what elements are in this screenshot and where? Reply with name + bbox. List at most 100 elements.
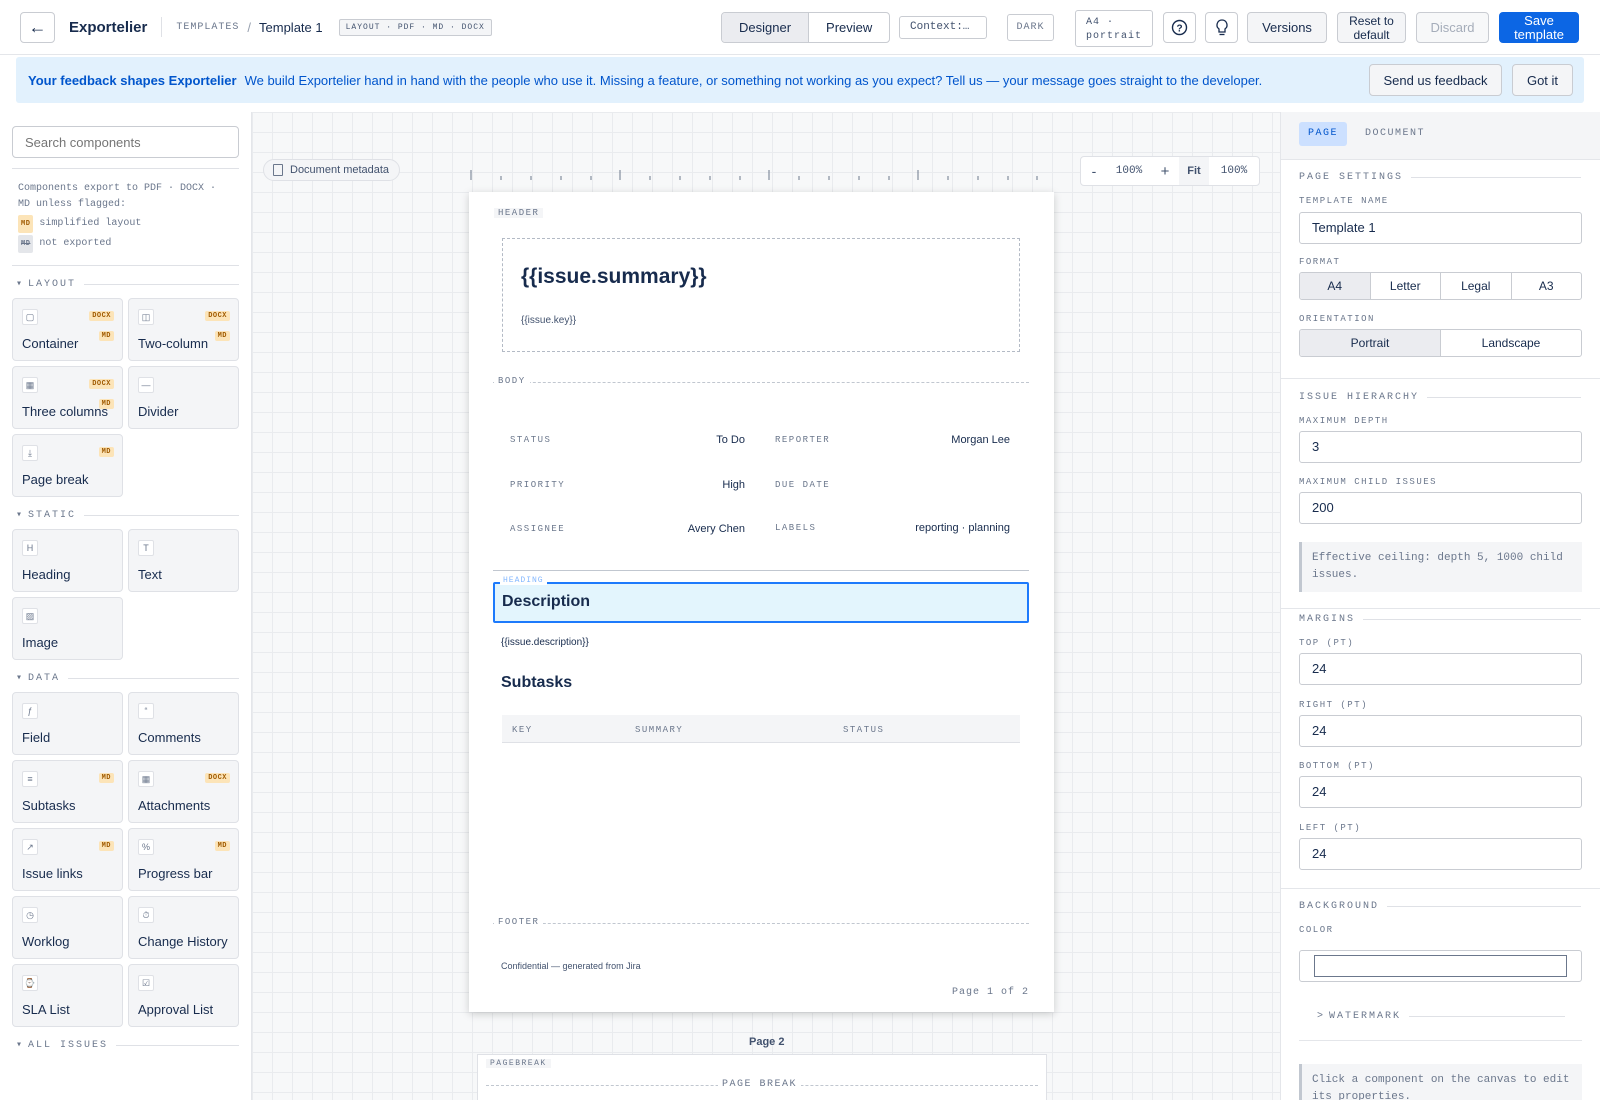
- color-label: COLOR: [1299, 925, 1334, 935]
- component-card[interactable]: % Progress bar MD: [128, 828, 239, 891]
- component-card[interactable]: ⤓ Page break MD: [12, 434, 123, 497]
- send-feedback-button[interactable]: Send us feedback: [1369, 64, 1502, 96]
- max-children-label: MAXIMUM CHILD ISSUES: [1299, 477, 1438, 487]
- column-status: STATUS: [843, 725, 885, 735]
- formats-badge: LAYOUT · PDF · MD · DOCX: [338, 18, 492, 36]
- zoom-out-button[interactable]: -: [1081, 163, 1107, 179]
- component-card[interactable]: — Divider: [128, 366, 239, 429]
- tab-page[interactable]: PAGE: [1299, 122, 1348, 146]
- top-margin-input[interactable]: 24: [1299, 653, 1582, 685]
- component-label: Attachments: [138, 798, 211, 813]
- context-select[interactable]: Context:…: [899, 16, 987, 39]
- component-card[interactable]: ☑ Approval List: [128, 964, 239, 1027]
- help-button[interactable]: ?: [1163, 12, 1196, 43]
- component-icon: ◫: [138, 309, 154, 325]
- component-card[interactable]: ◫ Two-column DOCX MD: [128, 298, 239, 361]
- docx-tag: DOCX: [205, 773, 230, 783]
- section-title[interactable]: ▾ STATIC: [16, 509, 239, 522]
- tips-button[interactable]: [1205, 12, 1238, 43]
- save-button[interactable]: Save template: [1499, 12, 1579, 43]
- zoom-fit-button[interactable]: Fit: [1179, 157, 1209, 185]
- component-icon: ⌚: [22, 975, 38, 991]
- subtasks-table-header[interactable]: KEY SUMMARY STATUS: [502, 715, 1020, 743]
- description-placeholder[interactable]: {{issue.description}}: [501, 637, 589, 648]
- format-letter[interactable]: Letter: [1371, 273, 1441, 299]
- footer-zone-label: FOOTER: [494, 917, 544, 927]
- section-title[interactable]: ▾ DATA: [16, 672, 239, 685]
- max-children-input[interactable]: 200: [1299, 492, 1582, 524]
- color-swatch: [1314, 955, 1567, 977]
- metadata-label: Document metadata: [290, 164, 390, 176]
- tab-designer[interactable]: Designer: [722, 13, 809, 42]
- document-page-2[interactable]: PAGEBREAK PAGE BREAK: [477, 1054, 1047, 1100]
- component-card[interactable]: “ Comments: [128, 692, 239, 755]
- template-name-input[interactable]: Template 1: [1299, 212, 1582, 244]
- component-label: SLA List: [22, 1002, 70, 1017]
- feedback-banner: Your feedback shapes Exportelier We buil…: [16, 57, 1584, 103]
- format-a4[interactable]: A4: [1300, 273, 1371, 299]
- max-depth-input[interactable]: 3: [1299, 431, 1582, 463]
- design-canvas[interactable]: Document metadata A - 100% + Fit 100% HE…: [252, 112, 1280, 1100]
- left-margin-input[interactable]: 24: [1299, 838, 1582, 870]
- page-format-button[interactable]: A4 · portrait: [1075, 10, 1153, 47]
- field-label-priority: PRIORITY: [510, 480, 566, 490]
- component-sections: ▾ LAYOUT ▢ Container DOCX MD ◫ Two-column DOCX MD…: [12, 278, 239, 1051]
- section-title[interactable]: ▾ ALL ISSUES: [16, 1039, 239, 1052]
- ceiling-note: Effective ceiling: depth 5, 1000 child i…: [1299, 542, 1582, 592]
- section-title[interactable]: ▾ LAYOUT: [16, 278, 239, 291]
- back-button[interactable]: ←: [20, 11, 55, 43]
- banner-message: We build Exportelier hand in hand with t…: [244, 72, 1263, 88]
- orientation-portrait[interactable]: Portrait: [1300, 330, 1441, 356]
- got-it-button[interactable]: Got it: [1512, 64, 1573, 96]
- versions-button[interactable]: Versions: [1247, 12, 1327, 43]
- component-card[interactable]: ▦ Attachments DOCX: [128, 760, 239, 823]
- component-label: Three columns: [22, 404, 108, 419]
- component-card[interactable]: ▦ Three columns DOCX MD: [12, 366, 123, 429]
- banner-title: Your feedback shapes Exportelier: [28, 72, 237, 88]
- heading-component-selected[interactable]: Description: [493, 582, 1029, 623]
- document-page[interactable]: HEADER {{issue.summary}} {{issue.key}} B…: [469, 192, 1054, 1012]
- dark-toggle[interactable]: DARK: [1007, 14, 1054, 41]
- reset-button[interactable]: Reset to default: [1337, 12, 1406, 43]
- component-label: Container: [22, 336, 79, 351]
- search-input[interactable]: [12, 126, 239, 158]
- component-card[interactable]: ƒ Field: [12, 692, 123, 755]
- footer-text[interactable]: Confidential — generated from Jira: [501, 961, 641, 971]
- color-input[interactable]: [1299, 950, 1582, 982]
- component-card[interactable]: ↗ Issue links MD: [12, 828, 123, 891]
- divider: [12, 265, 239, 266]
- divider-component[interactable]: [493, 570, 1029, 571]
- component-card[interactable]: ▢ Container DOCX MD: [12, 298, 123, 361]
- body-divider: [493, 382, 1029, 383]
- format-a3[interactable]: A3: [1512, 273, 1582, 299]
- zoom-control: - 100% + Fit 100%: [1080, 156, 1260, 186]
- zoom-in-button[interactable]: +: [1151, 163, 1179, 180]
- tab-document[interactable]: DOCUMENT: [1356, 122, 1434, 146]
- horizontal-ruler: A: [470, 170, 1038, 180]
- component-label: Heading: [22, 567, 71, 582]
- page-number[interactable]: Page 1 of 2: [952, 987, 1029, 998]
- component-card[interactable]: ⌚ SLA List: [12, 964, 123, 1027]
- discard-button[interactable]: Discard: [1416, 12, 1489, 43]
- document-metadata-button[interactable]: Document metadata: [263, 159, 401, 181]
- component-label: Text: [138, 567, 162, 582]
- bottom-margin-input[interactable]: 24: [1299, 776, 1582, 808]
- component-card[interactable]: T Text: [128, 529, 239, 592]
- document-icon: [273, 164, 283, 176]
- zoom-fit-value: 100%: [1220, 165, 1248, 177]
- component-card[interactable]: ≡ Subtasks MD: [12, 760, 123, 823]
- subtasks-heading[interactable]: Subtasks: [501, 674, 572, 692]
- component-icon: ≡: [22, 771, 38, 787]
- header-block[interactable]: {{issue.summary}} {{issue.key}}: [502, 238, 1020, 352]
- format-legal[interactable]: Legal: [1441, 273, 1512, 299]
- component-card[interactable]: ⏱ Change History: [128, 896, 239, 959]
- component-card[interactable]: H Heading: [12, 529, 123, 592]
- right-margin-input[interactable]: 24: [1299, 715, 1582, 747]
- watermark-toggle[interactable]: > WATERMARK: [1317, 1011, 1565, 1022]
- component-card[interactable]: ▨ Image: [12, 597, 123, 660]
- orientation-landscape[interactable]: Landscape: [1441, 330, 1581, 356]
- page-settings-title: PAGE SETTINGS: [1299, 172, 1581, 183]
- breadcrumb-templates[interactable]: TEMPLATES: [176, 22, 239, 33]
- component-card[interactable]: ◷ Worklog: [12, 896, 123, 959]
- tab-preview[interactable]: Preview: [808, 13, 889, 42]
